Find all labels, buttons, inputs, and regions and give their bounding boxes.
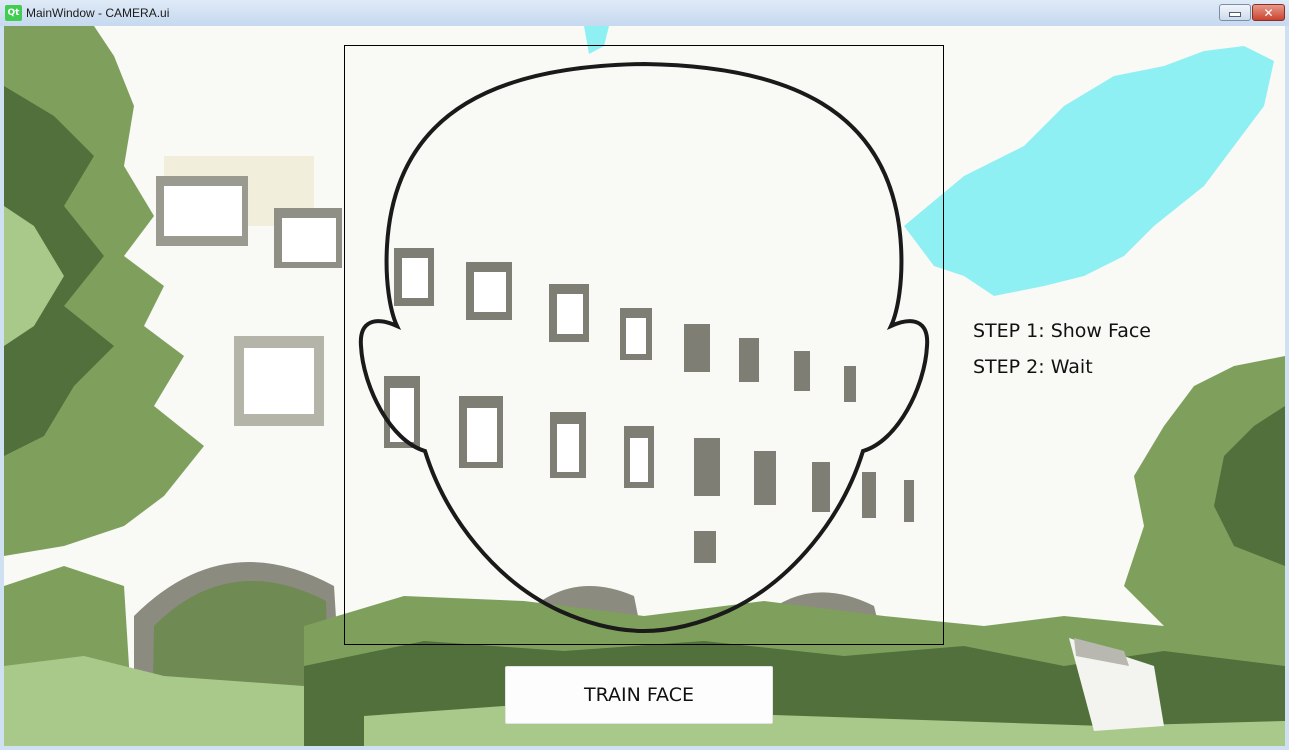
main-window: Qt MainWindow - CAMERA.ui ✕ STEP 1: Show…	[0, 0, 1289, 750]
close-button[interactable]: ✕	[1252, 4, 1285, 21]
title-bar[interactable]: Qt MainWindow - CAMERA.ui ✕	[0, 0, 1289, 26]
minimize-icon	[1229, 12, 1241, 17]
close-icon: ✕	[1263, 5, 1274, 20]
step-2-label: STEP 2: Wait	[973, 356, 1093, 378]
face-capture-frame	[344, 45, 944, 645]
step-1-label: STEP 1: Show Face	[973, 320, 1151, 342]
window-title: MainWindow - CAMERA.ui	[26, 6, 170, 20]
head-outline-icon	[358, 61, 930, 634]
minimize-button[interactable]	[1219, 4, 1251, 21]
camera-view: STEP 1: Show Face STEP 2: Wait TRAIN FAC…	[4, 26, 1285, 746]
train-face-button[interactable]: TRAIN FACE	[505, 666, 773, 724]
qt-logo-icon: Qt	[5, 5, 22, 21]
